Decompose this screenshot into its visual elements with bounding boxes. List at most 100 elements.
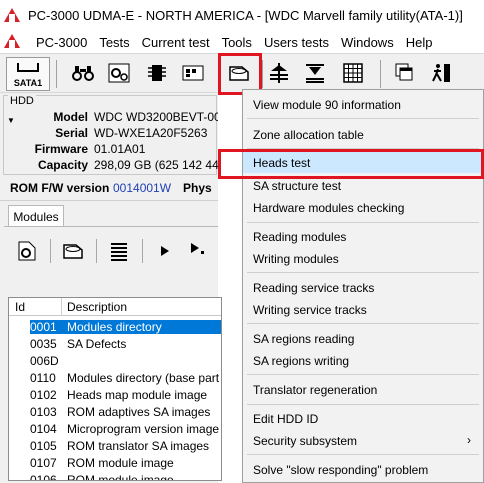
heads-stack-icon[interactable] bbox=[264, 58, 294, 88]
module-description: ROM translator SA images bbox=[67, 439, 210, 453]
module-list-icon[interactable] bbox=[104, 236, 134, 266]
menu-users-tests[interactable]: Users tests bbox=[258, 35, 335, 50]
module-description: SA Defects bbox=[67, 337, 127, 351]
module-description: ROM module image bbox=[67, 456, 174, 470]
play-arrow-icon[interactable] bbox=[150, 236, 180, 266]
sata1-label: SATA1 bbox=[13, 78, 43, 88]
menu-item-label: SA structure test bbox=[253, 179, 342, 193]
menu-item-label: Reading service tracks bbox=[253, 281, 375, 295]
hdd-caption: HDD bbox=[8, 95, 36, 107]
window-title: PC-3000 UDMA-E - NORTH AMERICA - [WDC Ma… bbox=[28, 8, 463, 23]
menu-windows[interactable]: Windows bbox=[335, 35, 400, 50]
rom-version-label: ROM F/W version bbox=[10, 181, 110, 195]
menu-item-label: View module 90 information bbox=[253, 98, 401, 112]
menu-item-edit-hdd-id[interactable]: Edit HDD ID bbox=[243, 408, 483, 429]
chip-icon[interactable] bbox=[142, 58, 172, 88]
module-id: 0001 bbox=[30, 320, 67, 334]
menu-item-label: Security subsystem bbox=[253, 434, 358, 448]
module-description: Modules directory bbox=[67, 320, 221, 334]
toolbar-separator bbox=[262, 60, 263, 88]
memory-module-icon[interactable] bbox=[178, 58, 208, 88]
rom-version-bar: ROM F/W version 0014001W Phys bbox=[0, 178, 218, 200]
list-item[interactable]: 0110 Modules directory (base part bbox=[9, 370, 221, 387]
column-header-description[interactable]: Description bbox=[67, 300, 127, 314]
hdd-serial-label: Serial bbox=[55, 126, 88, 140]
menu-item-label: Zone allocation table bbox=[253, 128, 364, 142]
modules-toolbar bbox=[8, 233, 218, 269]
app-logo-icon bbox=[4, 7, 22, 24]
title-bar: PC-3000 UDMA-E - NORTH AMERICA - [WDC Ma… bbox=[0, 0, 484, 31]
menu-item-label: Translator regeneration bbox=[253, 383, 378, 397]
toolbar-separator bbox=[142, 239, 143, 263]
list-item[interactable]: 0105 ROM translator SA images bbox=[9, 438, 221, 455]
menu-item-sa-regions-writing[interactable]: SA regions writing bbox=[243, 350, 483, 371]
menu-help[interactable]: Help bbox=[400, 35, 439, 50]
menu-item-reading-service-tracks[interactable]: Reading service tracks bbox=[243, 277, 483, 298]
exit-run-icon[interactable] bbox=[426, 58, 456, 88]
module-id: 0107 bbox=[30, 456, 57, 470]
menu-current-test[interactable]: Current test bbox=[136, 35, 216, 50]
module-disk-icon[interactable] bbox=[58, 236, 88, 266]
menu-item-label: Writing modules bbox=[253, 252, 339, 266]
module-id: 0103 bbox=[30, 405, 57, 419]
menu-item-label: Solve "slow responding" problem bbox=[253, 463, 429, 477]
list-item[interactable]: 0102 Heads map module image bbox=[9, 387, 221, 404]
menu-separator bbox=[247, 222, 479, 223]
menu-item-zone-allocation-table[interactable]: Zone allocation table bbox=[243, 124, 483, 145]
list-item[interactable]: 0106 ROM module image bbox=[9, 472, 221, 481]
highlight-heads-test bbox=[218, 149, 484, 179]
menu-item-label: Writing service tracks bbox=[253, 303, 367, 317]
submenu-arrow-icon: › bbox=[467, 433, 471, 447]
modules-list: Id Description 0001 Modules directory 00… bbox=[8, 297, 222, 481]
menu-item-label: SA regions reading bbox=[253, 332, 355, 346]
hdd-firmware-label: Firmware bbox=[34, 142, 88, 156]
menu-item-solve-slow-responding[interactable]: Solve "slow responding" problem bbox=[243, 459, 483, 480]
menu-item-writing-service-tracks[interactable]: Writing service tracks bbox=[243, 299, 483, 320]
module-description: ROM module image bbox=[67, 473, 174, 481]
windows-cascade-icon[interactable] bbox=[390, 58, 420, 88]
tab-modules[interactable]: Modules bbox=[8, 205, 64, 227]
menu-pc3000[interactable]: PC-3000 bbox=[30, 35, 93, 50]
toolbar-separator bbox=[50, 239, 51, 263]
menu-item-reading-modules[interactable]: Reading modules bbox=[243, 226, 483, 247]
column-header-id[interactable]: Id bbox=[15, 300, 25, 314]
module-settings-icon[interactable] bbox=[12, 236, 42, 266]
hdd-serial-row: Serial WD-WXE1A20F5263 bbox=[4, 126, 218, 142]
menu-item-sa-regions-reading[interactable]: SA regions reading bbox=[243, 328, 483, 349]
list-item[interactable]: 0103 ROM adaptives SA images bbox=[9, 404, 221, 421]
menu-separator bbox=[247, 323, 479, 324]
menu-separator bbox=[247, 404, 479, 405]
step-arrow-icon[interactable] bbox=[184, 236, 214, 266]
grid-table-icon[interactable] bbox=[338, 58, 368, 88]
sata1-port-button[interactable]: SATA1 bbox=[6, 57, 50, 91]
menu-item-label: Hardware modules checking bbox=[253, 201, 405, 215]
list-item[interactable]: 0107 ROM module image bbox=[9, 455, 221, 472]
modules-tab-body: Id Description 0001 Modules directory 00… bbox=[4, 226, 222, 483]
menu-item-writing-modules[interactable]: Writing modules bbox=[243, 248, 483, 269]
system-menu-icon[interactable] bbox=[4, 34, 22, 50]
module-id: 0035 bbox=[30, 337, 57, 351]
menu-tests[interactable]: Tests bbox=[93, 35, 135, 50]
menu-item-translator-regeneration[interactable]: Translator regeneration bbox=[243, 379, 483, 400]
tabs-area: Modules Id Description 0001 Modules dire… bbox=[0, 200, 222, 483]
settings-gear-icon[interactable] bbox=[104, 58, 134, 88]
menu-separator bbox=[247, 272, 479, 273]
hdd-info-group: HDD ▼ Model WDC WD3200BEVT-00A Serial WD… bbox=[3, 95, 218, 175]
menu-separator bbox=[247, 374, 479, 375]
module-id: 0104 bbox=[30, 422, 57, 436]
list-item[interactable]: 0104 Microprogram version image bbox=[9, 421, 221, 438]
list-item[interactable]: 0035 SA Defects bbox=[9, 336, 221, 353]
toolbar-separator bbox=[96, 239, 97, 263]
menu-tools[interactable]: Tools bbox=[216, 35, 258, 50]
binoculars-icon[interactable] bbox=[68, 58, 98, 88]
module-id: 0102 bbox=[30, 388, 57, 402]
menu-item-hardware-modules-checking[interactable]: Hardware modules checking bbox=[243, 197, 483, 218]
platter-icon[interactable] bbox=[300, 58, 330, 88]
list-item[interactable]: 006D bbox=[9, 353, 221, 370]
phys-label: Phys bbox=[183, 181, 212, 195]
menu-item-view-module-90[interactable]: View module 90 information bbox=[243, 94, 483, 115]
module-id: 006D bbox=[30, 354, 59, 368]
menu-item-security-subsystem[interactable]: Security subsystem › bbox=[243, 430, 483, 451]
list-item[interactable]: 0001 Modules directory bbox=[9, 319, 221, 336]
hdd-firmware-row: Firmware 01.01A01 bbox=[4, 142, 218, 158]
